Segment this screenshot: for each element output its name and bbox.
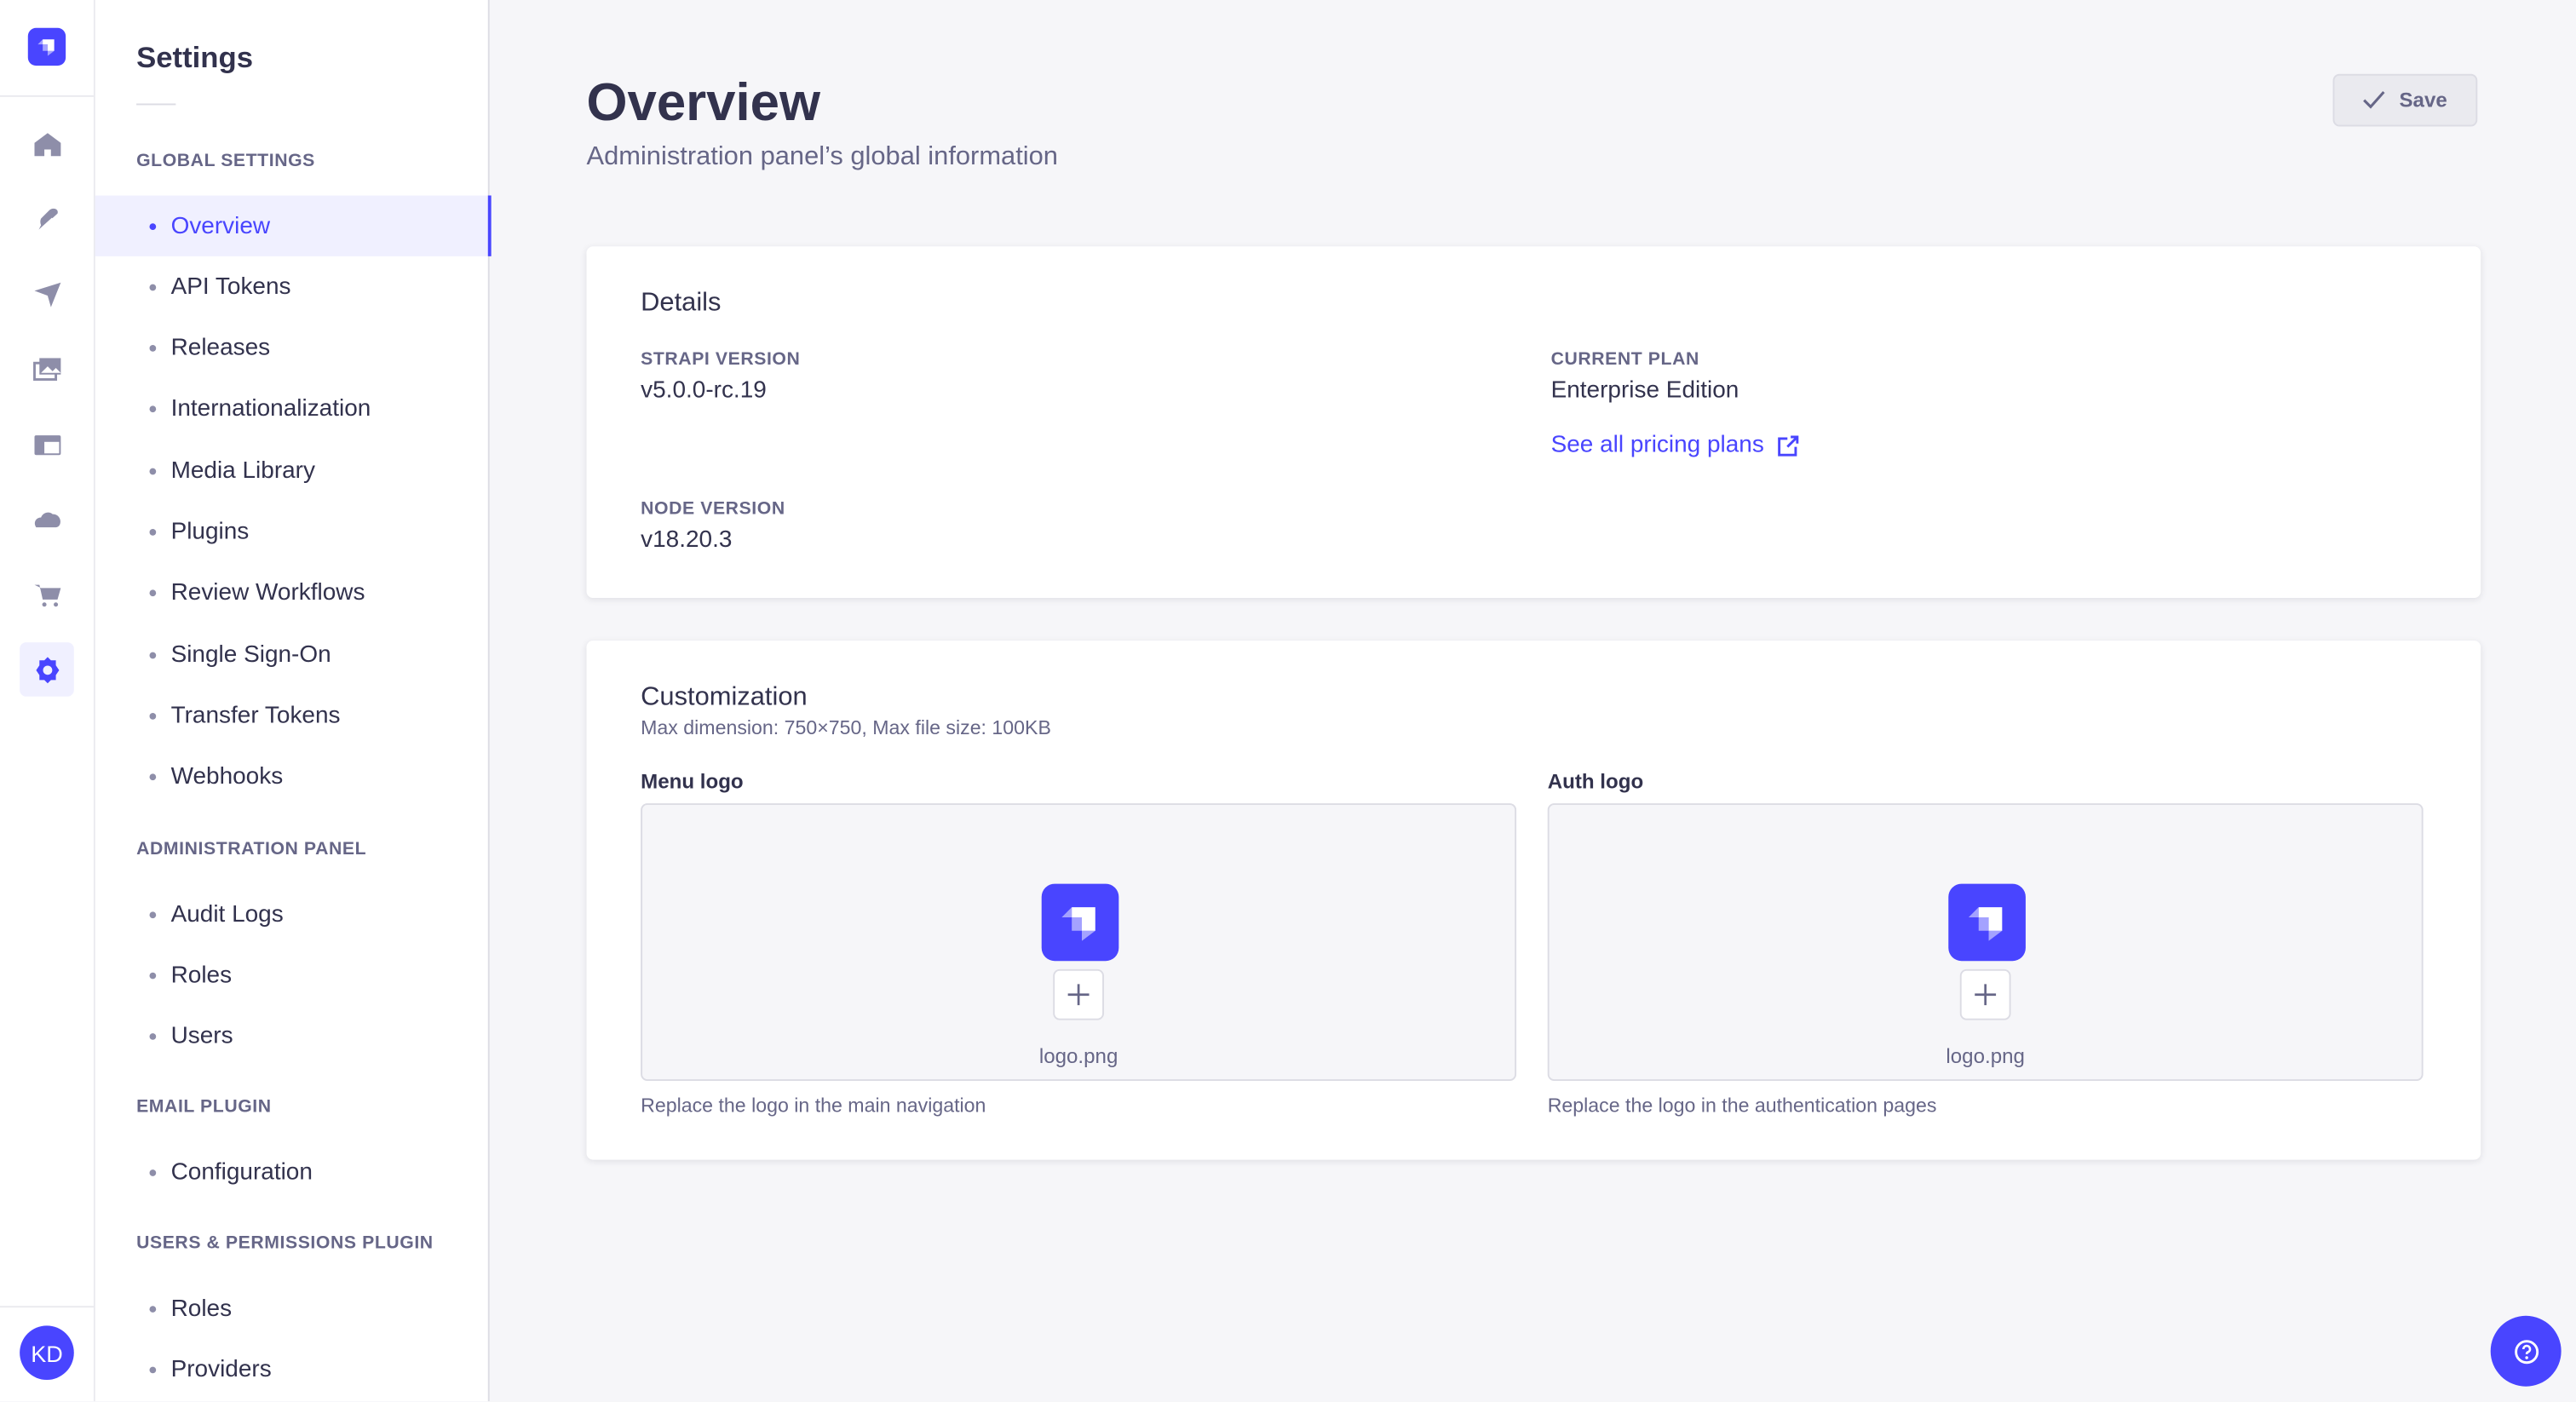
menu-logo-label: Menu logo (641, 770, 744, 794)
sidebar-item-label: Users (170, 1023, 233, 1050)
plus-icon (1067, 984, 1090, 1006)
external-link-icon (1777, 434, 1798, 456)
main-content: Overview Administration panel’s global i… (490, 0, 2576, 1401)
bullet-icon (149, 589, 157, 597)
sidebar-item-plugins[interactable]: Plugins (95, 502, 488, 562)
sidebar-item-webhooks[interactable]: Webhooks (95, 747, 488, 807)
sidebar-item-label: Plugins (170, 519, 250, 546)
customization-hint: Max dimension: 750×750, Max file size: 1… (641, 715, 1051, 739)
current-plan: Enterprise Edition (1550, 377, 1739, 405)
customization-title: Customization (641, 683, 808, 712)
sidebar-item-label: Roles (170, 962, 233, 989)
current-plan-label: CURRENT PLAN (1550, 349, 1699, 370)
sidebar-item-media-library[interactable]: Media Library (95, 440, 488, 501)
page-title: Overview (586, 72, 820, 132)
sidebar-item-label: API Tokens (170, 273, 291, 301)
sidebar-section-label: ADMINISTRATION PANEL (136, 839, 367, 859)
help-button[interactable] (2490, 1315, 2562, 1387)
sidebar-item-label: Webhooks (170, 764, 284, 791)
sidebar-item-audit-logs[interactable]: Audit Logs (95, 884, 488, 945)
settings-sidebar: Settings GLOBAL SETTINGS Overview API Toke… (95, 0, 492, 1402)
menu-logo-preview (1041, 883, 1119, 962)
sidebar-item-label: Single Sign-On (170, 641, 331, 669)
auth-logo-help: Replace the logo in the authentication p… (1547, 1094, 1937, 1118)
save-button[interactable]: Save (2332, 73, 2478, 127)
sidebar-item-roles[interactable]: Roles (95, 945, 488, 1006)
pricing-plans-link[interactable]: See all pricing plans (1551, 432, 1799, 458)
sidebar-section-label: USERS & PERMISSIONS PLUGIN (136, 1233, 434, 1254)
sidebar-item-label: Review Workflows (170, 580, 365, 607)
feather-icon[interactable] (20, 192, 74, 247)
sidebar-item-label: Overview (170, 212, 271, 239)
sidebar-item-releases[interactable]: Releases (95, 318, 488, 378)
avatar[interactable]: KD (20, 1325, 74, 1380)
paper-plane-icon[interactable] (20, 266, 74, 320)
gear-icon[interactable] (20, 642, 74, 697)
sidebar-item-label: Providers (170, 1356, 272, 1383)
sidebar-item-users[interactable]: Users (95, 1006, 488, 1066)
sidebar-section-label: GLOBAL SETTINGS (136, 151, 315, 171)
main-nav: KD (0, 0, 95, 1402)
bullet-icon (149, 1033, 157, 1040)
menu-logo-help: Replace the logo in the main navigation (641, 1094, 986, 1118)
layout-icon[interactable] (20, 417, 74, 472)
sidebar-item-transfer-tokens[interactable]: Transfer Tokens (95, 686, 488, 746)
bullet-icon (149, 1305, 157, 1312)
bullet-icon (149, 911, 157, 918)
sidebar-item-label: Internationalization (170, 396, 371, 423)
sidebar-item-label: Configuration (170, 1158, 313, 1186)
question-icon (2514, 1339, 2539, 1364)
bullet-icon (149, 284, 157, 290)
add-menu-logo-button[interactable] (1053, 968, 1104, 1020)
sidebar-item-label: Releases (170, 335, 271, 362)
sidebar-item-label: Roles (170, 1295, 233, 1322)
bullet-icon (149, 345, 157, 352)
plus-icon (1975, 984, 1997, 1006)
bullet-icon (149, 222, 157, 230)
details-card: Details STRAPI VERSION v5.0.0-rc.19 CURR… (586, 246, 2481, 598)
add-auth-logo-button[interactable] (1959, 968, 2011, 1020)
auth-logo-preview (1948, 883, 2026, 962)
sidebar-section-label: EMAIL PLUGIN (136, 1097, 272, 1118)
auth-logo-label: Auth logo (1547, 770, 1644, 794)
sidebar-item-label: Transfer Tokens (170, 703, 341, 730)
node-version: v18.20.3 (641, 527, 733, 554)
strapi-version: v5.0.0-rc.19 (641, 377, 767, 405)
sidebar-item-review-workflows[interactable]: Review Workflows (95, 563, 488, 623)
sidebar-item-providers[interactable]: Providers (95, 1339, 488, 1399)
auth-logo-dropzone[interactable]: logo.png (1547, 803, 2424, 1081)
sidebar-item-overview[interactable]: Overview (95, 195, 492, 256)
bullet-icon (149, 651, 157, 658)
menu-logo-dropzone[interactable]: logo.png (641, 803, 1517, 1081)
sidebar-item-api-tokens[interactable]: API Tokens (95, 256, 488, 317)
bullet-icon (149, 468, 157, 474)
sidebar-item-roles[interactable]: Roles (95, 1278, 488, 1338)
sidebar-item-configuration[interactable]: Configuration (95, 1141, 488, 1202)
details-title: Details (641, 289, 722, 318)
bullet-icon (149, 406, 157, 413)
cart-icon[interactable] (20, 566, 74, 621)
sidebar-item-label: Audit Logs (170, 900, 284, 928)
menu-logo-filename: logo.png (1038, 1044, 1118, 1068)
bullet-icon (149, 972, 157, 980)
sidebar-item-single-sign-on[interactable]: Single Sign-On (95, 624, 488, 685)
strapi-logo[interactable] (27, 27, 66, 66)
bullet-icon (149, 1366, 157, 1373)
home-icon[interactable] (20, 117, 74, 171)
images-icon[interactable] (20, 342, 74, 396)
bullet-icon (149, 528, 157, 536)
bullet-icon (149, 773, 157, 781)
bullet-icon (149, 712, 157, 720)
strapi-version-label: STRAPI VERSION (641, 349, 801, 370)
cloud-icon[interactable] (20, 491, 74, 546)
bullet-icon (149, 1169, 157, 1175)
sidebar-title: Settings (136, 41, 254, 74)
customization-card: Customization Max dimension: 750×750, Ma… (586, 641, 2481, 1160)
auth-logo-filename: logo.png (1946, 1044, 2025, 1068)
sidebar-item-internationalization[interactable]: Internationalization (95, 379, 488, 440)
check-icon (2363, 90, 2386, 109)
node-version-label: NODE VERSION (641, 499, 785, 520)
page-subtitle: Administration panel’s global informatio… (586, 142, 1058, 171)
sidebar-item-label: Media Library (170, 457, 315, 485)
